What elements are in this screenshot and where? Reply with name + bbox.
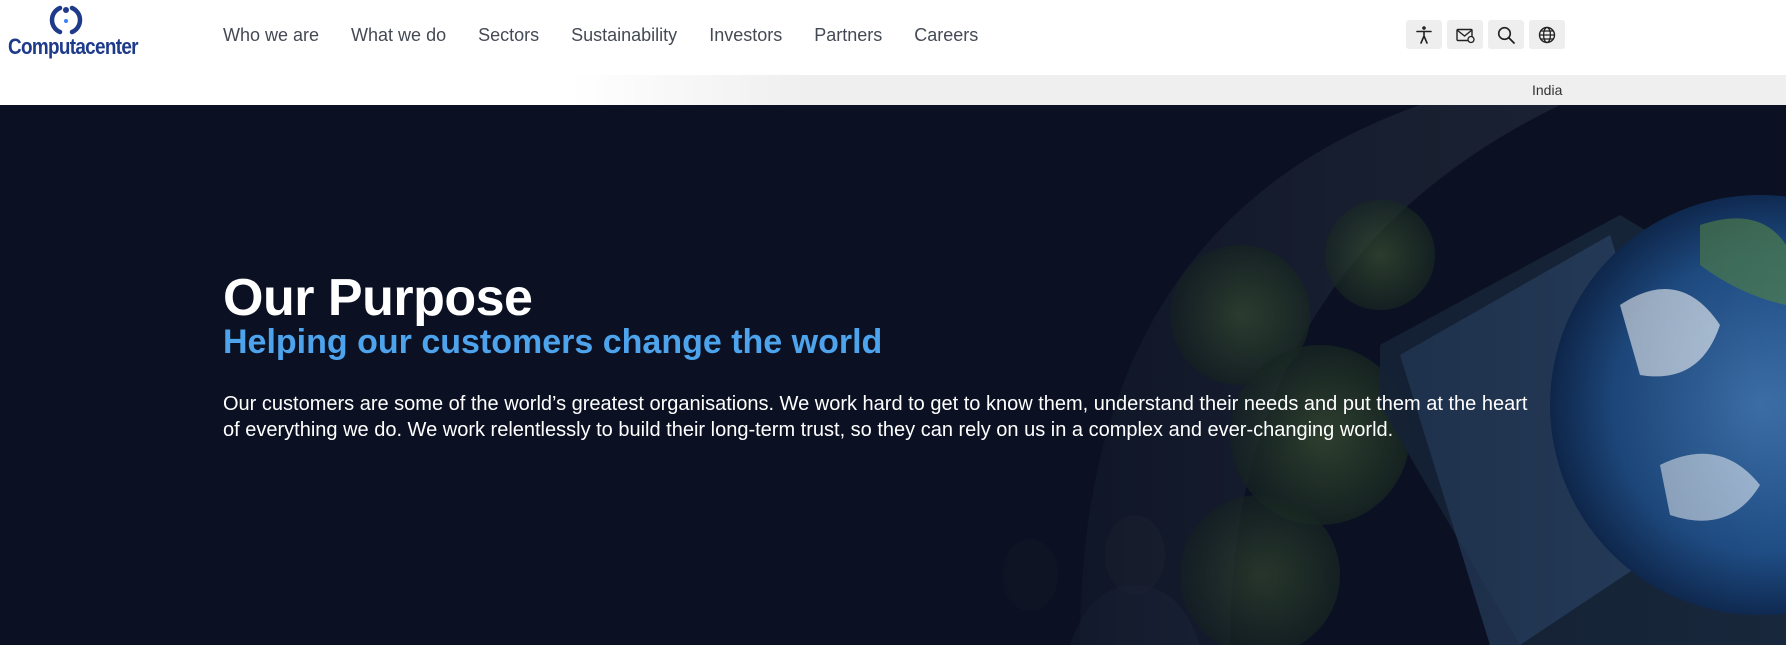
globe-icon: [1538, 26, 1556, 43]
contact-mail-icon: [1456, 28, 1475, 43]
nav-item-investors[interactable]: Investors: [709, 22, 782, 48]
hero-title: Our Purpose: [223, 269, 533, 327]
contact-button[interactable]: [1447, 20, 1483, 49]
region-selector[interactable]: India: [1532, 82, 1562, 98]
logo-wordmark: Computacenter: [8, 34, 139, 59]
accessibility-button[interactable]: [1406, 20, 1442, 49]
header-tools: [1406, 20, 1565, 49]
hero-subtitle: Helping our customers change the world: [223, 323, 883, 361]
nav-item-what-we-do[interactable]: What we do: [351, 22, 446, 48]
language-button[interactable]: [1529, 20, 1565, 49]
logo-mark-icon: [49, 5, 83, 35]
nav-item-partners[interactable]: Partners: [814, 22, 882, 48]
nav-item-careers[interactable]: Careers: [914, 22, 978, 48]
hero-background-image: [0, 105, 1786, 645]
nav-item-who-we-are[interactable]: Who we are: [223, 22, 319, 48]
computacenter-logo[interactable]: Computacenter: [8, 4, 139, 66]
nav-item-sectors[interactable]: Sectors: [478, 22, 539, 48]
region-bar: India: [0, 75, 1786, 105]
main-nav: Who we are What we do Sectors Sustainabi…: [223, 22, 1010, 48]
nav-item-sustainability[interactable]: Sustainability: [571, 22, 677, 48]
accessibility-icon: [1416, 25, 1432, 44]
site-header: Computacenter Who we are What we do Sect…: [0, 0, 1786, 75]
hero-banner: Our Purpose Helping our customers change…: [0, 105, 1786, 645]
search-button[interactable]: [1488, 20, 1524, 49]
hero-body-text: Our customers are some of the world’s gr…: [223, 393, 1528, 441]
search-icon: [1497, 26, 1515, 44]
